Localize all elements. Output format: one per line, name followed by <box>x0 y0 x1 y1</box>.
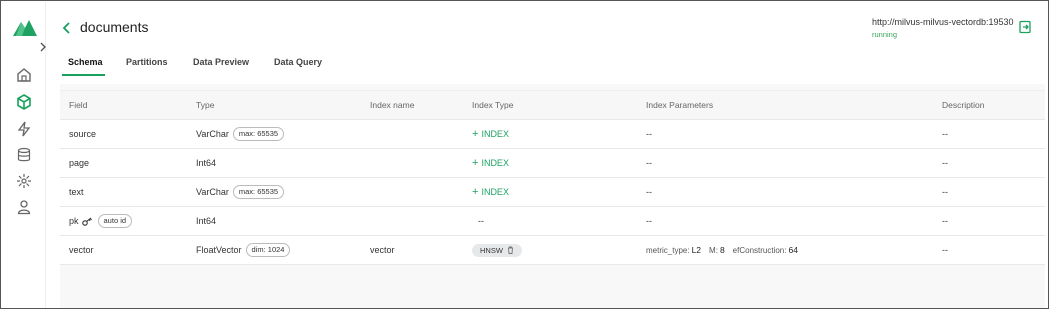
index-type-chip: HNSW <box>472 243 522 257</box>
field-type: Int64 <box>196 149 216 177</box>
type-param-chip: max: 65535 <box>232 127 285 141</box>
add-index-button[interactable]: + INDEX <box>472 185 509 198</box>
key-icon <box>81 217 92 226</box>
description: -- <box>942 245 948 255</box>
description: -- <box>942 216 948 226</box>
home-icon[interactable] <box>15 66 33 84</box>
table-row: vector FloatVector dim: 1024 vector HNSW… <box>60 236 1045 265</box>
field-name: text <box>69 187 84 197</box>
chevron-right-icon[interactable] <box>38 41 48 53</box>
table-row: page Int64 + INDEX -- -- <box>60 149 1045 178</box>
connection-url: http://milvus-milvus-vectordb:19530 <box>872 17 1014 27</box>
index-type: + INDEX <box>472 178 509 206</box>
auto-id-chip: auto id <box>97 214 133 228</box>
tab-data-query[interactable]: Data Query <box>274 57 322 67</box>
index-type: HNSW <box>472 236 522 264</box>
page-header: documents http://milvus-milvus-vectordb:… <box>60 2 1045 84</box>
index-type: + INDEX <box>472 120 509 148</box>
param-key: efConstruction: <box>732 245 787 255</box>
param-key: M: <box>709 245 718 255</box>
field-name: source <box>69 129 97 139</box>
add-index-label: INDEX <box>481 187 509 197</box>
index-parameters: -- <box>646 158 652 168</box>
tab-partitions[interactable]: Partitions <box>126 57 168 67</box>
plus-icon: + <box>472 185 479 198</box>
param-value: 64 <box>788 245 798 255</box>
table-header-row: Field Type Index name Index Type Index P… <box>60 91 1045 120</box>
cube-icon[interactable] <box>15 93 33 111</box>
column-header-type[interactable]: Type <box>196 91 214 119</box>
param-value: L2 <box>691 245 702 255</box>
column-header-index-type[interactable]: Index Type <box>472 91 513 119</box>
tab-schema[interactable]: Schema <box>68 57 103 67</box>
schema-table: Field Type Index name Index Type Index P… <box>60 90 1045 265</box>
network-icon[interactable] <box>15 172 33 190</box>
index-parameters: -- <box>646 129 652 139</box>
tab-bar: Schema Partitions Data Preview Data Quer… <box>60 57 1045 77</box>
field-type: FloatVector dim: 1024 <box>196 236 291 264</box>
app-window: documents http://milvus-milvus-vectordb:… <box>0 0 1049 309</box>
add-index-button[interactable]: + INDEX <box>472 156 509 169</box>
add-index-label: INDEX <box>481 158 509 168</box>
index-name: vector <box>370 245 395 255</box>
description: -- <box>942 187 948 197</box>
index-parameters: metric_type: L2 M: 8 efConstruction: 64 <box>646 236 806 264</box>
field-name: page <box>69 158 90 168</box>
param-key: metric_type: <box>646 245 690 255</box>
index-parameters: -- <box>646 216 652 226</box>
field-name: vector <box>69 245 94 255</box>
index-type-label: HNSW <box>480 245 503 255</box>
description: -- <box>942 129 948 139</box>
column-header-index-name[interactable]: Index name <box>370 91 414 119</box>
type-label: FloatVector <box>196 245 242 255</box>
index-type: -- <box>478 216 484 226</box>
type-label: VarChar <box>196 187 229 197</box>
field-type: VarChar max: 65535 <box>196 178 285 206</box>
index-parameters: -- <box>646 187 652 197</box>
column-header-index-parameters[interactable]: Index Parameters <box>646 91 713 119</box>
trash-icon[interactable] <box>507 246 514 254</box>
field-name-label: pk <box>69 216 79 226</box>
type-label: Int64 <box>196 158 217 168</box>
table-row: text VarChar max: 65535 + INDEX -- -- <box>60 178 1045 207</box>
tab-data-preview[interactable]: Data Preview <box>193 57 249 67</box>
add-index-button[interactable]: + INDEX <box>472 127 509 140</box>
plus-icon: + <box>472 127 479 140</box>
type-param-chip: dim: 1024 <box>245 243 291 257</box>
field-type: Int64 <box>196 207 216 235</box>
type-param-chip: max: 65535 <box>232 185 285 199</box>
active-tab-indicator <box>62 74 105 76</box>
field-name: pk auto id <box>69 207 133 235</box>
back-arrow-icon[interactable] <box>60 20 74 36</box>
milvus-logo-icon[interactable] <box>12 16 38 38</box>
column-header-field[interactable]: Field <box>69 91 87 119</box>
type-label: VarChar <box>196 129 229 139</box>
plus-icon: + <box>472 156 479 169</box>
main-content: documents http://milvus-milvus-vectordb:… <box>60 2 1045 308</box>
user-icon[interactable] <box>15 198 33 216</box>
add-index-label: INDEX <box>481 129 509 139</box>
type-label: Int64 <box>196 216 217 226</box>
description: -- <box>942 158 948 168</box>
field-type: VarChar max: 65535 <box>196 120 285 148</box>
sidebar <box>2 2 48 308</box>
param-value: 8 <box>719 245 725 255</box>
lightning-icon[interactable] <box>15 120 33 138</box>
index-type: + INDEX <box>472 149 509 177</box>
page-title: documents <box>80 19 149 35</box>
table-row: pk auto id Int64 -- -- -- <box>60 207 1045 236</box>
column-header-description[interactable]: Description <box>942 91 985 119</box>
database-icon[interactable] <box>15 146 33 164</box>
logout-icon[interactable] <box>1018 20 1032 34</box>
table-row: source VarChar max: 65535 + INDEX -- -- <box>60 120 1045 149</box>
connection-status: running <box>872 30 898 39</box>
